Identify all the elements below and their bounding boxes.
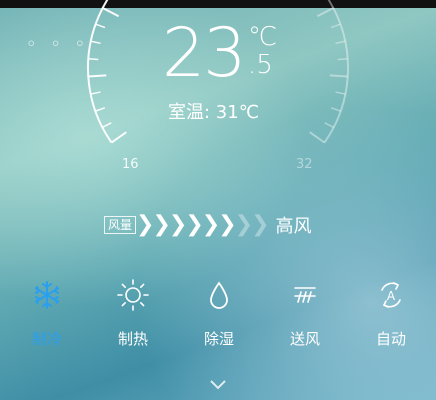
dial-tick: [335, 91, 346, 95]
fan-speed-chevrons[interactable]: ❯❯❯❯❯❯❯❯: [136, 212, 270, 238]
fan-level-chevron[interactable]: ❯: [218, 212, 236, 237]
chevron-down-icon[interactable]: [208, 378, 228, 392]
fan-level-chevron[interactable]: ❯: [251, 212, 269, 237]
dial-min-label: 16: [122, 157, 139, 172]
dial-tick: [316, 7, 334, 18]
dial-tick: [90, 40, 101, 45]
mode-auto-label: 自动: [375, 330, 406, 348]
mode-fan-button[interactable]: 送风: [270, 278, 340, 349]
auto-mode-icon: A: [356, 278, 426, 312]
fan-speed-control[interactable]: 风量 ❯❯❯❯❯❯❯❯ 高风: [104, 212, 312, 238]
fan-speed-label: 高风: [275, 216, 312, 237]
dial-tick: [329, 74, 348, 78]
setpoint-decimal: .5: [248, 50, 273, 80]
mode-auto-button[interactable]: A 自动: [356, 278, 426, 349]
sun-icon: [98, 278, 168, 312]
dial-tick: [337, 58, 348, 61]
dial-tick: [102, 122, 112, 129]
dial-max-label: 32: [296, 157, 313, 172]
mode-heat-button[interactable]: 制热: [98, 278, 168, 349]
svg-text:A: A: [387, 289, 396, 303]
dial-tick: [309, 131, 326, 144]
dial-tick: [88, 58, 99, 61]
snowflake-icon: [12, 278, 82, 312]
mode-bar: 制冷 制热 除湿 送风 A 自动: [0, 278, 436, 350]
dial-tick: [95, 107, 106, 112]
setpoint-temperature: 23: [162, 14, 247, 93]
room-temperature: 室温: 31℃: [168, 102, 259, 123]
dial-tick: [110, 131, 127, 144]
wind-icon: [270, 278, 340, 312]
temperature-unit: ℃: [248, 22, 278, 52]
dial-tick: [95, 23, 106, 29]
mode-cool-button[interactable]: 制冷: [12, 278, 82, 349]
mode-cool-label: 制冷: [31, 330, 62, 348]
dial-tick: [330, 23, 341, 29]
dial-tick: [90, 91, 101, 95]
dial-tick: [324, 122, 334, 129]
dial-tick: [88, 74, 107, 78]
dial-tick: [335, 40, 346, 45]
mode-dry-label: 除湿: [203, 330, 234, 348]
mode-fan-label: 送风: [289, 330, 320, 348]
mode-heat-label: 制热: [117, 330, 148, 348]
dial-tick: [330, 107, 341, 112]
fan-level-chevron[interactable]: ❯: [185, 212, 203, 237]
fan-speed-tag: 风量: [104, 216, 137, 234]
mode-dry-button[interactable]: 除湿: [184, 278, 254, 349]
water-drop-icon: [184, 278, 254, 312]
dial-tick: [102, 7, 120, 18]
